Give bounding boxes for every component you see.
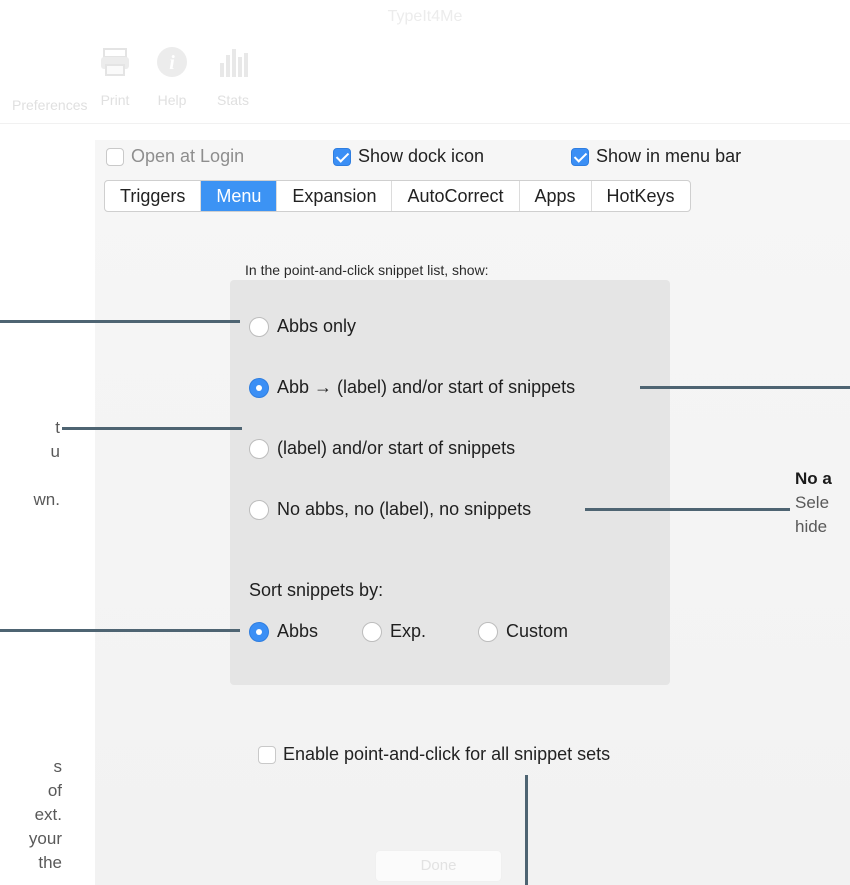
- enable-all-sets-checkbox[interactable]: Enable point-and-click for all snippet s…: [258, 744, 610, 765]
- annotation-line: of: [47, 781, 62, 800]
- callout-line-sort: [0, 629, 240, 632]
- printer-icon: [101, 48, 129, 76]
- open-at-login-checkbox[interactable]: Open at Login: [106, 146, 244, 167]
- radio-circle[interactable]: [249, 377, 269, 398]
- done-button[interactable]: Done: [375, 850, 502, 882]
- radio-sort-custom[interactable]: Custom: [478, 621, 568, 642]
- radio-sort-exp[interactable]: Exp.: [362, 621, 426, 642]
- toolbar-item-stats[interactable]: Stats: [210, 45, 256, 108]
- checkbox-label: Show in menu bar: [596, 146, 742, 166]
- radio-label-start[interactable]: (label) and/or start of snippets: [249, 438, 515, 459]
- callout-line-abbs-only: [0, 320, 240, 323]
- tab-autocorrect[interactable]: AutoCorrect: [392, 181, 520, 211]
- radio-label: Abb → (label) and/or start of snippets: [277, 377, 576, 397]
- radio-circle[interactable]: [249, 438, 269, 459]
- sort-label: Sort snippets by:: [249, 580, 384, 600]
- checkbox-label: Enable point-and-click for all snippet s…: [283, 744, 611, 764]
- annotation-line: hide: [795, 517, 828, 536]
- annotation-left-2: s of ext. your the: [0, 755, 62, 875]
- toolbar-label: Help: [157, 92, 187, 108]
- annotation-line: ext.: [34, 805, 62, 824]
- toolbar: Preferences Print i Help Stats: [0, 45, 850, 125]
- checkbox-box[interactable]: [258, 745, 276, 764]
- tab-hotkeys[interactable]: HotKeys: [592, 181, 690, 211]
- toolbar-label: Print: [100, 92, 130, 108]
- radio-label: Exp.: [390, 621, 427, 641]
- callout-line-no-abbs: [585, 508, 790, 511]
- radio-circle[interactable]: [249, 499, 269, 520]
- checkbox-label: Show dock icon: [358, 146, 485, 166]
- radio-circle[interactable]: [249, 621, 269, 642]
- annotation-left-1: t u wn.: [0, 416, 60, 512]
- tab-triggers[interactable]: Triggers: [105, 181, 202, 211]
- callout-line-enable-all: [525, 775, 528, 885]
- window-title: TypeIt4Me: [387, 8, 463, 25]
- annotation-title: No a: [795, 469, 832, 488]
- radio-circle[interactable]: [478, 621, 498, 642]
- toolbar-label: Stats: [217, 92, 249, 108]
- checkbox-box[interactable]: [106, 147, 124, 166]
- annotation-line: s: [53, 757, 63, 776]
- toolbar-item-print[interactable]: Print: [94, 45, 136, 108]
- radio-circle[interactable]: [362, 621, 382, 642]
- toolbar-divider: [0, 123, 850, 124]
- radio-label: (label) and/or start of snippets: [277, 438, 516, 458]
- svg-text:i: i: [169, 52, 175, 74]
- snippet-list-prompt: In the point-and-click snippet list, sho…: [245, 262, 489, 278]
- show-dock-icon-checkbox[interactable]: Show dock icon: [333, 146, 484, 167]
- annotation-line: the: [38, 853, 62, 872]
- radio-label: No abbs, no (label), no snippets: [277, 499, 532, 519]
- radio-abbs-only[interactable]: Abbs only: [249, 316, 356, 337]
- radio-no-abbs[interactable]: No abbs, no (label), no snippets: [249, 499, 531, 520]
- radio-label: Abbs: [277, 621, 319, 641]
- radio-circle[interactable]: [249, 316, 269, 337]
- toolbar-item-preferences[interactable]: Preferences: [12, 97, 88, 113]
- tab-bar: Triggers Menu Expansion AutoCorrect Apps…: [104, 180, 691, 212]
- toolbar-label: Preferences: [12, 97, 88, 113]
- checkbox-box[interactable]: [571, 147, 589, 166]
- callout-line-abb-label: [640, 386, 850, 389]
- info-icon: i: [157, 47, 187, 77]
- annotation-line: wn.: [33, 490, 60, 509]
- annotation-line: your: [28, 829, 62, 848]
- show-in-menu-bar-checkbox[interactable]: Show in menu bar: [571, 146, 741, 167]
- annotation-line: u: [50, 442, 60, 461]
- toolbar-item-help[interactable]: i Help: [150, 45, 194, 108]
- checkbox-box[interactable]: [333, 147, 351, 166]
- annotation-right: No a Sele hide: [795, 467, 850, 539]
- tab-menu[interactable]: Menu: [201, 181, 278, 211]
- annotation-line: Sele: [795, 493, 830, 512]
- radio-label: Abbs only: [277, 316, 357, 336]
- radio-label: Custom: [506, 621, 569, 641]
- tab-apps[interactable]: Apps: [520, 181, 592, 211]
- tab-expansion[interactable]: Expansion: [277, 181, 393, 211]
- checkbox-label: Open at Login: [131, 146, 245, 166]
- bar-chart-icon: [220, 49, 248, 77]
- radio-sort-abbs[interactable]: Abbs: [249, 621, 318, 642]
- annotation-line: [0, 464, 60, 488]
- radio-abb-label-start[interactable]: Abb → (label) and/or start of snippets: [249, 377, 575, 398]
- annotation-line: t: [55, 418, 60, 437]
- callout-line-label-start: [62, 427, 242, 430]
